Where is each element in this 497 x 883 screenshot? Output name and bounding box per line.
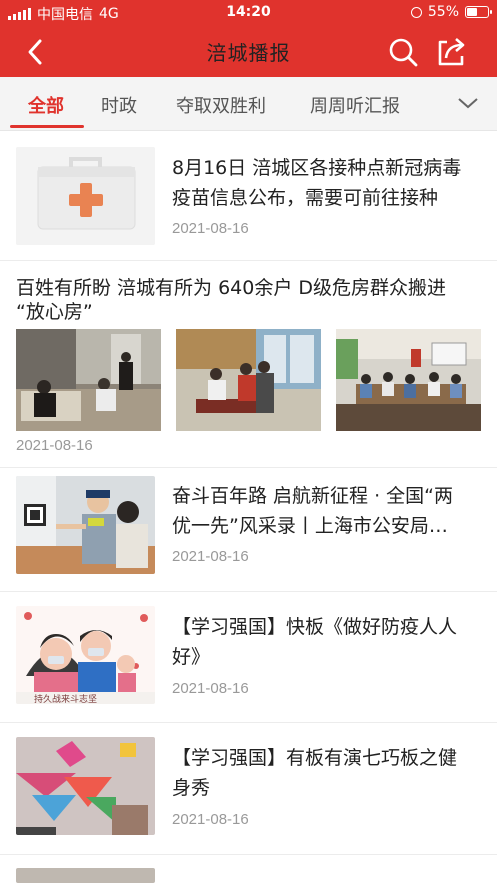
news-date: 2021-08-16 bbox=[172, 548, 249, 565]
news-title-line: 奋斗百年路 启航新征程 · 全国“两 bbox=[172, 485, 454, 507]
news-title-line: 优一先”风采录丨上海市公安局… bbox=[172, 515, 448, 537]
list-item[interactable]: 8月16日 涪城区各接种点新冠病毒 疫苗信息公布，需要可前往接种 2021-08… bbox=[0, 131, 497, 261]
orientation-lock-icon bbox=[410, 6, 422, 18]
tangram-photo bbox=[16, 737, 155, 835]
police-officer-photo bbox=[16, 476, 155, 574]
list-item[interactable]: 奋斗百年路 启航新征程 · 全国“两 优一先”风采录丨上海市公安局… 2021-… bbox=[0, 468, 497, 592]
thumb-caption: 持久战来斗志坚 bbox=[34, 693, 97, 704]
active-tab-indicator bbox=[10, 125, 84, 128]
tab-politics[interactable]: 时政 bbox=[101, 92, 137, 118]
news-title-line: 【学习强国】快板《做好防疫人人 bbox=[172, 616, 458, 638]
list-item[interactable] bbox=[0, 855, 497, 883]
news-thumbnail bbox=[16, 868, 155, 883]
category-tabs: 全部 时政 夺取双胜利 周周听汇报 bbox=[0, 77, 497, 131]
tab-double-victory[interactable]: 夺取双胜利 bbox=[176, 92, 266, 118]
battery-icon bbox=[465, 6, 492, 18]
room-visit-photo bbox=[16, 329, 161, 431]
meeting-room-photo bbox=[336, 329, 481, 431]
news-date: 2021-08-16 bbox=[172, 811, 249, 828]
tab-weekly-report[interactable]: 周周听汇报 bbox=[310, 92, 400, 118]
list-item[interactable]: 【学习强国】有板有演七巧板之健 身秀 2021-08-16 bbox=[0, 723, 497, 855]
chevron-down-icon[interactable] bbox=[457, 95, 479, 111]
news-title-line: 【学习强国】有板有演七巧板之健 bbox=[172, 747, 458, 769]
news-date: 2021-08-16 bbox=[172, 680, 249, 697]
list-item[interactable]: 持久战来斗志坚 【学习强国】快板《做好防疫人人 好》 2021-08-16 bbox=[0, 592, 497, 723]
status-bar: 中国电信 4G 14:20 55% bbox=[0, 0, 497, 26]
share-icon[interactable] bbox=[433, 34, 469, 70]
news-title-line: 身秀 bbox=[172, 777, 211, 799]
nav-bar: 涪城播报 bbox=[0, 26, 497, 77]
first-aid-kit-icon bbox=[16, 147, 155, 245]
news-date: 2021-08-16 bbox=[172, 220, 249, 237]
tab-all[interactable]: 全部 bbox=[28, 92, 64, 118]
news-title-line: 疫苗信息公布，需要可前往接种 bbox=[172, 187, 439, 209]
news-title-line: 好》 bbox=[172, 646, 211, 668]
battery-percent: 55% bbox=[427, 4, 459, 20]
news-date: 2021-08-16 bbox=[16, 437, 93, 454]
search-icon[interactable] bbox=[385, 34, 421, 70]
family-home-photo bbox=[176, 329, 321, 431]
anti-epidemic-cartoon-photo: 持久战来斗志坚 bbox=[16, 606, 155, 704]
page-title: 涪城播报 bbox=[206, 41, 291, 65]
news-title-line: 8月16日 涪城区各接种点新冠病毒 bbox=[172, 157, 462, 179]
